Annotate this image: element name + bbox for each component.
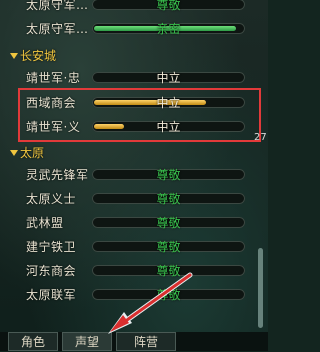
annotation-arrow-icon	[108, 272, 193, 334]
